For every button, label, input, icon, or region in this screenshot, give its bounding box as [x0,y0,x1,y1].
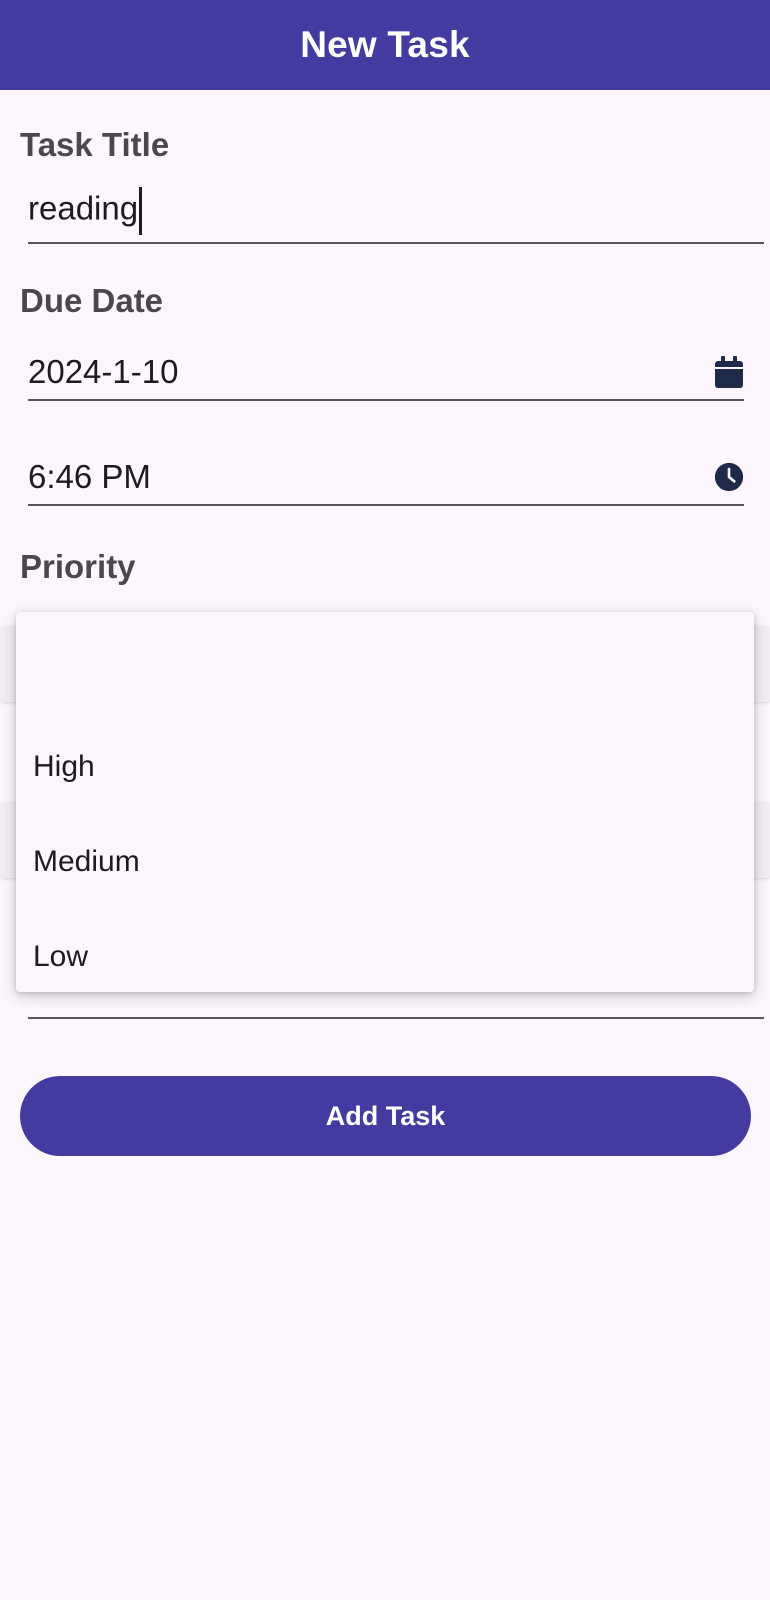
time-field[interactable]: 6:46 PM [28,450,744,506]
task-title-text: reading [28,189,139,227]
due-date-label: Due Date [20,282,164,319]
task-title-value: reading [28,187,764,235]
app-bar: New Task [0,0,770,90]
priority-dropdown-menu: High Medium Low [16,612,754,992]
task-title-input[interactable]: reading [28,180,764,244]
task-title-label: Task Title [20,126,170,163]
date-value: 2024-1-10 [28,353,179,390]
time-value: 6:46 PM [28,458,151,495]
clock-icon[interactable] [714,460,744,494]
calendar-icon[interactable] [714,355,744,389]
priority-option-medium[interactable]: Medium [33,845,140,879]
priority-option-high[interactable]: High [33,750,95,784]
priority-option-low[interactable]: Low [33,940,88,974]
add-task-button[interactable]: Add Task [20,1076,751,1156]
hidden-field-underline [28,1017,764,1019]
page-title: New Task [300,24,470,65]
text-cursor [139,187,143,235]
priority-label: Priority [20,548,136,585]
date-field[interactable]: 2024-1-10 [28,345,744,401]
